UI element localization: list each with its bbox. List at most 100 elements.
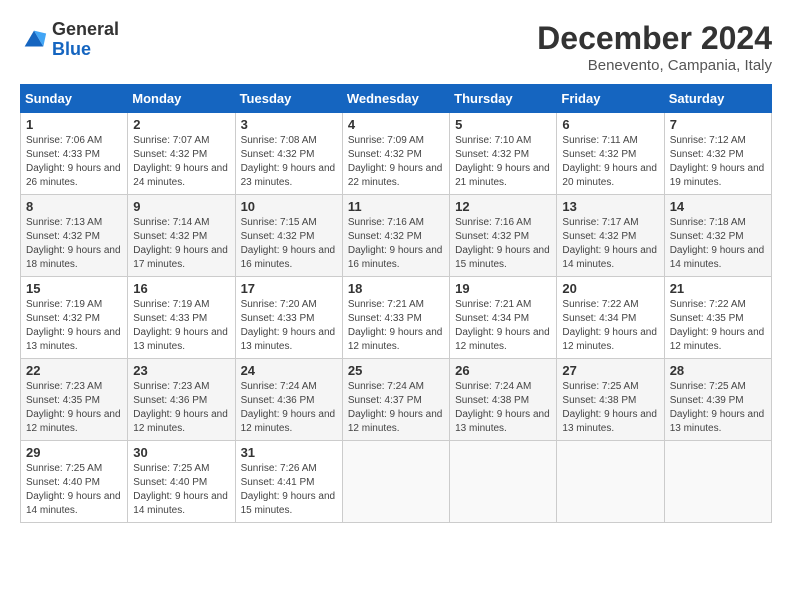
calendar-cell: 8 Sunrise: 7:13 AMSunset: 4:32 PMDaylight…: [21, 195, 128, 277]
day-number: 14: [670, 199, 766, 214]
cell-info: Sunrise: 7:20 AMSunset: 4:33 PMDaylight:…: [241, 298, 337, 354]
calendar-cell: 13Sunrise: 7:17 AMSunset: 4:32 PMDayligh…: [557, 195, 664, 277]
cell-info: Sunrise: 7:24 AMSunset: 4:36 PMDaylight:…: [241, 380, 337, 436]
day-number: 31: [241, 445, 337, 460]
calendar-week-2: 8 Sunrise: 7:13 AMSunset: 4:32 PMDaylight…: [21, 195, 772, 277]
cell-info: Sunrise: 7:25 AMSunset: 4:40 PMDaylight:…: [133, 462, 229, 518]
cell-info: Sunrise: 7:11 AMSunset: 4:32 PMDaylight:…: [562, 134, 658, 190]
cell-info: Sunrise: 7:25 AMSunset: 4:39 PMDaylight:…: [670, 380, 766, 436]
day-number: 3: [241, 117, 337, 132]
calendar-cell: [342, 441, 449, 523]
calendar-cell: [557, 441, 664, 523]
location-title: Benevento, Campania, Italy: [537, 57, 772, 74]
calendar-cell: [664, 441, 771, 523]
cell-info: Sunrise: 7:21 AMSunset: 4:34 PMDaylight:…: [455, 298, 551, 354]
calendar-cell: 30 Sunrise: 7:25 AMSunset: 4:40 PMDayligh…: [128, 441, 235, 523]
column-header-saturday: Saturday: [664, 85, 771, 113]
cell-info: Sunrise: 7:19 AMSunset: 4:33 PMDaylight:…: [133, 298, 229, 354]
column-header-friday: Friday: [557, 85, 664, 113]
column-header-sunday: Sunday: [21, 85, 128, 113]
cell-info: Sunrise: 7:06 AMSunset: 4:33 PMDaylight:…: [26, 134, 122, 190]
calendar-cell: 23 Sunrise: 7:23 AMSunset: 4:36 PMDayligh…: [128, 359, 235, 441]
calendar-cell: 4 Sunrise: 7:09 AMSunset: 4:32 PMDaylight…: [342, 113, 449, 195]
cell-info: Sunrise: 7:18 AMSunset: 4:32 PMDaylight:…: [670, 216, 766, 272]
day-number: 17: [241, 281, 337, 296]
day-number: 9: [133, 199, 229, 214]
cell-info: Sunrise: 7:22 AMSunset: 4:34 PMDaylight:…: [562, 298, 658, 354]
day-number: 23: [133, 363, 229, 378]
calendar-cell: 29 Sunrise: 7:25 AMSunset: 4:40 PMDayligh…: [21, 441, 128, 523]
calendar-week-3: 15Sunrise: 7:19 AMSunset: 4:32 PMDayligh…: [21, 277, 772, 359]
column-header-thursday: Thursday: [450, 85, 557, 113]
calendar-cell: 17 Sunrise: 7:20 AMSunset: 4:33 PMDayligh…: [235, 277, 342, 359]
day-number: 27: [562, 363, 658, 378]
calendar-cell: 10 Sunrise: 7:15 AMSunset: 4:32 PMDayligh…: [235, 195, 342, 277]
day-number: 19: [455, 281, 551, 296]
calendar-cell: 22 Sunrise: 7:23 AMSunset: 4:35 PMDayligh…: [21, 359, 128, 441]
calendar-cell: 20 Sunrise: 7:22 AMSunset: 4:34 PMDayligh…: [557, 277, 664, 359]
calendar-cell: 6Sunrise: 7:11 AMSunset: 4:32 PMDaylight…: [557, 113, 664, 195]
day-number: 22: [26, 363, 122, 378]
cell-info: Sunrise: 7:15 AMSunset: 4:32 PMDaylight:…: [241, 216, 337, 272]
calendar-cell: 31 Sunrise: 7:26 AMSunset: 4:41 PMDayligh…: [235, 441, 342, 523]
calendar-cell: 15Sunrise: 7:19 AMSunset: 4:32 PMDayligh…: [21, 277, 128, 359]
calendar-cell: 5 Sunrise: 7:10 AMSunset: 4:32 PMDaylight…: [450, 113, 557, 195]
cell-info: Sunrise: 7:26 AMSunset: 4:41 PMDaylight:…: [241, 462, 337, 518]
month-title: December 2024: [537, 20, 772, 57]
day-number: 25: [348, 363, 444, 378]
cell-info: Sunrise: 7:23 AMSunset: 4:36 PMDaylight:…: [133, 380, 229, 436]
calendar-week-1: 1 Sunrise: 7:06 AMSunset: 4:33 PMDaylight…: [21, 113, 772, 195]
logo-blue-text: Blue: [52, 39, 91, 59]
cell-info: Sunrise: 7:16 AMSunset: 4:32 PMDaylight:…: [348, 216, 444, 272]
cell-info: Sunrise: 7:10 AMSunset: 4:32 PMDaylight:…: [455, 134, 551, 190]
day-number: 1: [26, 117, 122, 132]
cell-info: Sunrise: 7:24 AMSunset: 4:37 PMDaylight:…: [348, 380, 444, 436]
calendar-cell: 11 Sunrise: 7:16 AMSunset: 4:32 PMDayligh…: [342, 195, 449, 277]
calendar-cell: 1 Sunrise: 7:06 AMSunset: 4:33 PMDaylight…: [21, 113, 128, 195]
calendar-cell: 28 Sunrise: 7:25 AMSunset: 4:39 PMDayligh…: [664, 359, 771, 441]
day-number: 5: [455, 117, 551, 132]
cell-info: Sunrise: 7:24 AMSunset: 4:38 PMDaylight:…: [455, 380, 551, 436]
cell-info: Sunrise: 7:23 AMSunset: 4:35 PMDaylight:…: [26, 380, 122, 436]
day-number: 2: [133, 117, 229, 132]
day-number: 12: [455, 199, 551, 214]
day-number: 8: [26, 199, 122, 214]
day-number: 18: [348, 281, 444, 296]
calendar-week-5: 29 Sunrise: 7:25 AMSunset: 4:40 PMDayligh…: [21, 441, 772, 523]
calendar-cell: [450, 441, 557, 523]
calendar-cell: 19 Sunrise: 7:21 AMSunset: 4:34 PMDayligh…: [450, 277, 557, 359]
cell-info: Sunrise: 7:21 AMSunset: 4:33 PMDaylight:…: [348, 298, 444, 354]
column-header-tuesday: Tuesday: [235, 85, 342, 113]
day-number: 24: [241, 363, 337, 378]
calendar-cell: 18 Sunrise: 7:21 AMSunset: 4:33 PMDayligh…: [342, 277, 449, 359]
day-number: 15: [26, 281, 122, 296]
cell-info: Sunrise: 7:22 AMSunset: 4:35 PMDaylight:…: [670, 298, 766, 354]
cell-info: Sunrise: 7:07 AMSunset: 4:32 PMDaylight:…: [133, 134, 229, 190]
header: General Blue December 2024 Benevento, Ca…: [20, 20, 772, 74]
cell-info: Sunrise: 7:25 AMSunset: 4:38 PMDaylight:…: [562, 380, 658, 436]
day-number: 29: [26, 445, 122, 460]
calendar-cell: 12Sunrise: 7:16 AMSunset: 4:32 PMDayligh…: [450, 195, 557, 277]
day-number: 7: [670, 117, 766, 132]
cell-info: Sunrise: 7:09 AMSunset: 4:32 PMDaylight:…: [348, 134, 444, 190]
cell-info: Sunrise: 7:13 AMSunset: 4:32 PMDaylight:…: [26, 216, 122, 272]
day-number: 30: [133, 445, 229, 460]
title-area: December 2024 Benevento, Campania, Italy: [537, 20, 772, 74]
calendar-cell: 21Sunrise: 7:22 AMSunset: 4:35 PMDayligh…: [664, 277, 771, 359]
day-number: 20: [562, 281, 658, 296]
calendar-cell: 16Sunrise: 7:19 AMSunset: 4:33 PMDayligh…: [128, 277, 235, 359]
calendar-cell: 26Sunrise: 7:24 AMSunset: 4:38 PMDayligh…: [450, 359, 557, 441]
logo: General Blue: [20, 20, 119, 60]
calendar-cell: 3Sunrise: 7:08 AMSunset: 4:32 PMDaylight…: [235, 113, 342, 195]
calendar-cell: 27 Sunrise: 7:25 AMSunset: 4:38 PMDayligh…: [557, 359, 664, 441]
calendar-week-4: 22 Sunrise: 7:23 AMSunset: 4:35 PMDayligh…: [21, 359, 772, 441]
day-number: 11: [348, 199, 444, 214]
day-number: 4: [348, 117, 444, 132]
calendar-table: SundayMondayTuesdayWednesdayThursdayFrid…: [20, 84, 772, 523]
day-number: 10: [241, 199, 337, 214]
day-number: 28: [670, 363, 766, 378]
calendar-cell: 9Sunrise: 7:14 AMSunset: 4:32 PMDaylight…: [128, 195, 235, 277]
column-header-wednesday: Wednesday: [342, 85, 449, 113]
cell-info: Sunrise: 7:25 AMSunset: 4:40 PMDaylight:…: [26, 462, 122, 518]
logo-general-text: General: [52, 19, 119, 39]
